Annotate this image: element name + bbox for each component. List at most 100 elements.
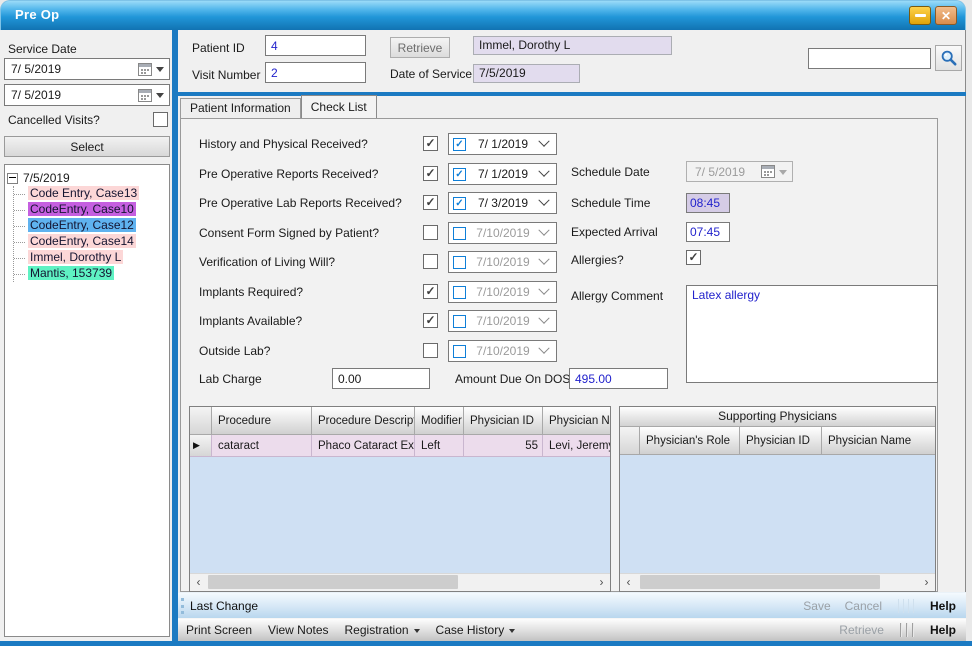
tree-item-label[interactable]: Mantis, 153739	[28, 266, 114, 280]
checklist-checkbox[interactable]: ✓	[423, 195, 438, 210]
search-input[interactable]	[808, 48, 931, 69]
checklist-date-dropdown[interactable]: 7/10/2019	[448, 281, 557, 303]
close-button[interactable]: ✕	[935, 6, 957, 25]
checklist-date-dropdown[interactable]: 7/10/2019	[448, 251, 557, 273]
checklist-checkbox[interactable]	[423, 343, 438, 358]
table-cell[interactable]: Levi, Jeremy	[543, 435, 611, 457]
column-header[interactable]: Physician Name	[822, 427, 936, 455]
supporting-physicians-grid[interactable]: Supporting Physicians Physician's RolePh…	[619, 406, 936, 592]
amount-due-input[interactable]	[569, 368, 668, 389]
column-header[interactable]: Physician Name	[543, 407, 611, 435]
minimize-button[interactable]	[909, 6, 931, 25]
checklist-checkbox[interactable]: ✓	[423, 313, 438, 328]
tree-item[interactable]: Mantis, 153739	[14, 266, 167, 282]
tree-item-label[interactable]: Code Entry, Case13	[28, 186, 139, 200]
tree-item-label[interactable]: CodeEntry, Case14	[28, 234, 136, 248]
chevron-down-icon[interactable]	[156, 67, 164, 76]
schedule-time-field[interactable]: 08:45	[686, 193, 730, 213]
scrollbar-thumb[interactable]	[208, 575, 458, 589]
tree-item[interactable]: Code Entry, Case13	[14, 186, 167, 202]
scroll-right-icon[interactable]: ›	[593, 574, 610, 590]
column-header[interactable]: Procedure Description	[312, 407, 415, 435]
table-row[interactable]: ▶cataractPhaco Cataract Extraction WLeft…	[190, 435, 610, 457]
case-history-menu[interactable]: Case History	[428, 623, 524, 637]
chevron-down-icon[interactable]	[156, 93, 164, 102]
checklist-checkbox[interactable]: ✓	[423, 284, 438, 299]
help-bottom-button[interactable]: Help	[930, 623, 956, 637]
help-button[interactable]: Help	[930, 599, 956, 613]
checklist-date-dropdown[interactable]: 7/10/2019	[448, 310, 557, 332]
supporting-grid-scrollbar[interactable]: ‹ ›	[620, 573, 935, 591]
date-checkbox[interactable]: ✓	[453, 138, 466, 151]
tree-item-label[interactable]: CodeEntry, Case12	[28, 218, 136, 232]
scroll-left-icon[interactable]: ‹	[620, 574, 637, 590]
tree-root[interactable]: 7/5/2019	[7, 170, 167, 186]
tree-item-label[interactable]: Immel, Dorothy L	[28, 250, 123, 264]
titlebar[interactable]: Pre Op ✕	[0, 0, 966, 30]
checklist-checkbox[interactable]	[423, 254, 438, 269]
cancelled-visits-row: Cancelled Visits?	[8, 112, 168, 127]
visit-number-input[interactable]	[265, 62, 366, 83]
chevron-down-icon	[538, 313, 549, 324]
registration-menu[interactable]: Registration	[337, 623, 428, 637]
tree-collapse-icon[interactable]	[7, 173, 18, 184]
date-checkbox[interactable]	[453, 227, 466, 240]
tab-check-list[interactable]: Check List	[301, 95, 377, 118]
table-cell[interactable]: cataract	[212, 435, 312, 457]
window-bottom-edge	[0, 641, 972, 646]
table-cell[interactable]: 55	[464, 435, 543, 457]
retrieve-button[interactable]: Retrieve	[390, 37, 450, 58]
select-button[interactable]: Select	[4, 136, 170, 157]
lab-charge-input[interactable]	[332, 368, 430, 389]
procedure-grid-scrollbar[interactable]: ‹ ›	[190, 573, 610, 591]
cancelled-visits-checkbox[interactable]	[153, 112, 168, 127]
tree-item[interactable]: CodeEntry, Case14	[14, 234, 167, 250]
date-checkbox[interactable]	[453, 345, 466, 358]
checklist-checkbox[interactable]	[423, 225, 438, 240]
scroll-right-icon[interactable]: ›	[918, 574, 935, 590]
table-cell[interactable]: Phaco Cataract Extraction W	[312, 435, 415, 457]
visit-tree[interactable]: 7/5/2019 Code Entry, Case13 CodeEntry, Ca…	[4, 164, 170, 637]
procedure-grid[interactable]: ProcedureProcedure DescriptionModifierPh…	[189, 406, 611, 592]
service-date-from-picker[interactable]: 7/ 5/2019	[4, 58, 170, 80]
expected-arrival-field[interactable]: 07:45	[686, 222, 730, 242]
date-checkbox[interactable]	[453, 286, 466, 299]
search-button[interactable]	[935, 45, 962, 71]
checklist-date-dropdown[interactable]: ✓7/ 1/2019	[448, 133, 557, 155]
checklist-date-dropdown[interactable]: ✓7/ 1/2019	[448, 163, 557, 185]
checklist-checkbox[interactable]: ✓	[423, 166, 438, 181]
checklist-date-dropdown[interactable]: ✓7/ 3/2019	[448, 192, 557, 214]
date-checkbox[interactable]: ✓	[453, 168, 466, 181]
allergies-checkbox[interactable]: ✓	[686, 250, 701, 265]
tab-patient-information[interactable]: Patient Information	[180, 98, 301, 118]
service-date-to-picker[interactable]: 7/ 5/2019	[4, 84, 170, 106]
print-screen-button[interactable]: Print Screen	[178, 623, 260, 637]
tree-item[interactable]: Immel, Dorothy L	[14, 250, 167, 266]
tree-item[interactable]: CodeEntry, Case10	[14, 202, 167, 218]
checklist-date-dropdown[interactable]: 7/10/2019	[448, 340, 557, 362]
cancel-button[interactable]: Cancel	[845, 599, 882, 613]
save-button[interactable]: Save	[803, 599, 830, 613]
retrieve-bottom-button[interactable]: Retrieve	[839, 623, 884, 637]
checklist-checkbox[interactable]: ✓	[423, 136, 438, 151]
patient-id-input[interactable]	[265, 35, 366, 56]
column-header[interactable]: Physician ID	[740, 427, 822, 455]
row-selector[interactable]: ▶	[190, 435, 212, 457]
tree-item-label[interactable]: CodeEntry, Case10	[28, 202, 136, 216]
date-checkbox[interactable]	[453, 315, 466, 328]
tree-item[interactable]: CodeEntry, Case12	[14, 218, 167, 234]
scrollbar-thumb[interactable]	[640, 575, 880, 589]
view-notes-button[interactable]: View Notes	[260, 623, 336, 637]
column-header[interactable]: Physician ID	[464, 407, 543, 435]
tree-root-label[interactable]: 7/5/2019	[23, 171, 70, 185]
column-header[interactable]: Physician's Role	[640, 427, 740, 455]
column-header[interactable]: Modifier	[415, 407, 464, 435]
column-header[interactable]: Procedure	[212, 407, 312, 435]
table-cell[interactable]: Left	[415, 435, 464, 457]
scroll-left-icon[interactable]: ‹	[190, 574, 207, 590]
allergy-comment-textarea[interactable]: Latex allergy	[686, 285, 938, 383]
date-checkbox[interactable]: ✓	[453, 197, 466, 210]
checklist-date-dropdown[interactable]: 7/10/2019	[448, 222, 557, 244]
date-checkbox[interactable]	[453, 256, 466, 269]
toolbar-grip[interactable]	[181, 598, 184, 614]
